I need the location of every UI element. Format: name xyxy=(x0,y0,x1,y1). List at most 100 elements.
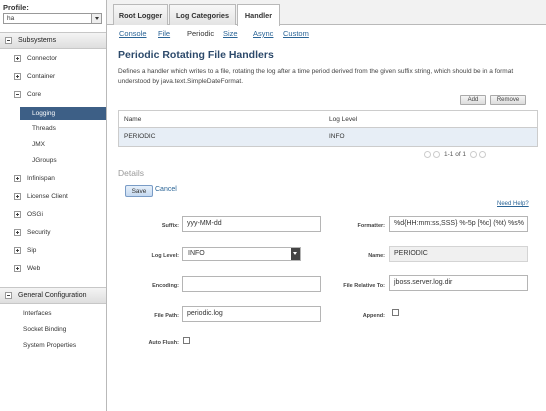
profile-label: Profile: xyxy=(3,3,29,12)
suffix-input[interactable]: yyy-MM-dd xyxy=(182,216,321,232)
sidebar-item-label: License Client xyxy=(27,193,68,200)
page-title: Periodic Rotating File Handlers xyxy=(118,49,274,61)
cell-name: PERIODIC xyxy=(124,133,156,140)
profile-select[interactable]: ha xyxy=(3,13,102,24)
next-page-icon[interactable] xyxy=(470,151,478,158)
log-level-select[interactable]: INFO xyxy=(182,247,301,261)
subtab-size[interactable]: Size xyxy=(223,29,238,38)
file-relative-to-input[interactable]: jboss.server.log.dir xyxy=(389,275,528,291)
file-path-input[interactable]: periodic.log xyxy=(182,306,321,322)
log-level-value: INFO xyxy=(188,250,205,257)
expand-icon[interactable] xyxy=(14,175,21,182)
collapse-icon[interactable] xyxy=(5,292,12,299)
handlers-table: Name Log Level PERIODIC INFO xyxy=(118,110,538,147)
expand-icon[interactable] xyxy=(14,247,21,254)
subtab-file[interactable]: File xyxy=(158,29,170,38)
sidebar-item-label: Core xyxy=(27,91,42,98)
column-header-name[interactable]: Name xyxy=(124,116,141,123)
handler-subtabs: Console File Periodic Size Async Custom xyxy=(107,26,546,41)
previous-page-icon[interactable] xyxy=(433,151,440,158)
first-page-icon[interactable] xyxy=(424,151,431,158)
encoding-input[interactable] xyxy=(182,276,321,292)
expand-icon[interactable] xyxy=(14,193,21,200)
expand-icon[interactable] xyxy=(14,211,21,218)
auto-flush-label: Auto Flush: xyxy=(148,340,179,346)
sidebar-item-label: System Properties xyxy=(23,342,77,349)
main-panel: Root Logger Log Categories Handler Conso… xyxy=(107,0,546,411)
append-label: Append: xyxy=(362,313,385,319)
expand-icon[interactable] xyxy=(14,229,21,236)
sidebar-item-label: Web xyxy=(27,265,41,272)
sidebar-item-label: JMX xyxy=(32,141,45,148)
sidebar-item-label: Threads xyxy=(32,125,56,132)
formatter-input[interactable]: %d{HH:mm:ss,SSS} %-5p [%c] (%t) %s% xyxy=(389,216,528,232)
general-configuration-header[interactable]: General Configuration xyxy=(0,287,106,304)
sidebar-item-label: Connector xyxy=(27,55,57,62)
sidebar-item-threads[interactable]: Threads xyxy=(20,122,106,135)
append-checkbox[interactable] xyxy=(392,309,399,316)
pager-text: 1-1 of 1 xyxy=(444,151,467,158)
file-path-label: File Path: xyxy=(154,313,179,319)
sidebar-item-osgi[interactable]: OSGi xyxy=(0,208,106,222)
sidebar-item-label: JGroups xyxy=(32,157,57,164)
log-level-label: Log Level: xyxy=(151,253,179,259)
general-configuration-label: General Configuration xyxy=(18,292,87,299)
need-help-link[interactable]: Need Help? xyxy=(497,201,529,207)
sidebar-item-connector[interactable]: Connector xyxy=(0,52,106,66)
collapse-icon[interactable] xyxy=(5,37,12,44)
sidebar-item-system-properties[interactable]: System Properties xyxy=(0,339,106,353)
sidebar-item-sip[interactable]: Sip xyxy=(0,244,106,258)
cell-log-level: INFO xyxy=(329,133,345,140)
page-description: Defines a handler which writes to a file… xyxy=(118,68,514,85)
tab-root-logger[interactable]: Root Logger xyxy=(113,4,168,25)
sidebar-item-label: OSGi xyxy=(27,211,43,218)
subtab-periodic[interactable]: Periodic xyxy=(187,29,214,38)
sidebar-item-label: Sip xyxy=(27,247,37,254)
tab-handler[interactable]: Handler xyxy=(237,4,280,26)
name-label: Name: xyxy=(368,253,385,259)
collapse-icon[interactable] xyxy=(14,91,21,98)
add-button[interactable]: Add xyxy=(460,95,486,105)
cancel-link[interactable]: Cancel xyxy=(155,186,177,193)
sidebar-item-core[interactable]: Core xyxy=(0,88,106,102)
sidebar-item-label: Logging xyxy=(32,110,56,117)
profile-value: ha xyxy=(7,15,15,22)
subsystems-header[interactable]: Subsystems xyxy=(0,32,106,49)
table-row[interactable]: PERIODIC INFO xyxy=(119,128,537,146)
sidebar-item-license-client[interactable]: License Client xyxy=(0,190,106,204)
tab-log-categories[interactable]: Log Categories xyxy=(169,4,236,25)
last-page-icon[interactable] xyxy=(479,151,487,158)
expand-icon[interactable] xyxy=(14,265,21,272)
sidebar-item-interfaces[interactable]: Interfaces xyxy=(0,307,106,321)
sidebar-item-socket-binding[interactable]: Socket Binding xyxy=(0,323,106,337)
expand-icon[interactable] xyxy=(14,55,21,62)
chevron-down-icon xyxy=(91,14,101,23)
subsystems-label: Subsystems xyxy=(18,37,57,44)
table-pager: 1-1 of 1 xyxy=(424,151,488,158)
sidebar-item-label: Security xyxy=(27,229,51,236)
sidebar-item-container[interactable]: Container xyxy=(0,70,106,84)
expand-icon[interactable] xyxy=(14,73,21,80)
details-heading: Details xyxy=(118,168,144,178)
save-button[interactable]: Save xyxy=(125,185,153,197)
sidebar-item-label: Interfaces xyxy=(23,310,52,317)
sidebar-item-infinispan[interactable]: Infinispan xyxy=(0,172,106,186)
sidebar-item-security[interactable]: Security xyxy=(0,226,106,240)
file-relative-to-label: File Relative To: xyxy=(343,283,385,289)
top-tab-bar: Root Logger Log Categories Handler xyxy=(107,0,546,26)
sidebar-item-web[interactable]: Web xyxy=(0,262,106,276)
column-header-log-level[interactable]: Log Level xyxy=(329,116,357,123)
encoding-label: Encoding: xyxy=(152,283,179,289)
auto-flush-checkbox[interactable] xyxy=(183,337,190,344)
sidebar-item-label: Infinispan xyxy=(27,175,55,182)
sidebar-item-jmx[interactable]: JMX xyxy=(20,138,106,151)
subtab-custom[interactable]: Custom xyxy=(283,29,309,38)
sidebar-item-jgroups[interactable]: JGroups xyxy=(20,154,106,167)
subtab-async[interactable]: Async xyxy=(253,29,273,38)
suffix-label: Suffix: xyxy=(161,223,179,229)
subtab-console[interactable]: Console xyxy=(119,29,147,38)
remove-button[interactable]: Remove xyxy=(490,95,526,105)
sidebar: Profile: ha Subsystems Connector Contain… xyxy=(0,0,107,411)
name-field: PERIODIC xyxy=(389,246,528,262)
sidebar-item-logging[interactable]: Logging xyxy=(20,107,106,120)
